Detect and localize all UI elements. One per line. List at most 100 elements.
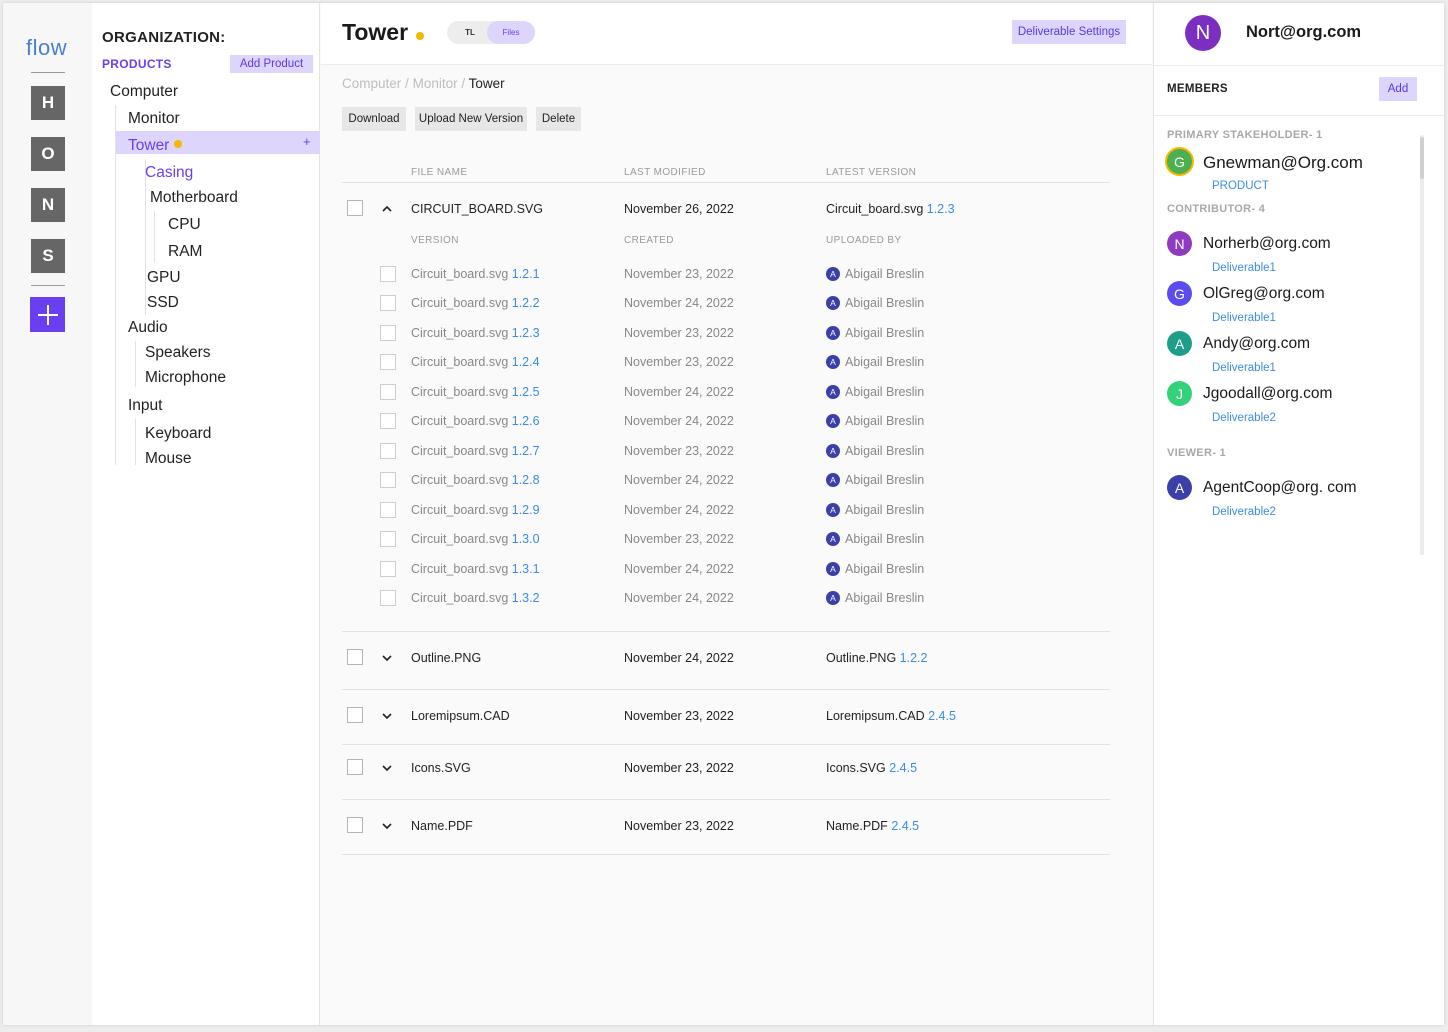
member-avatar[interactable]: G xyxy=(1167,149,1192,174)
version-checkbox[interactable] xyxy=(380,384,396,400)
tree-node-mouse[interactable]: Mouse xyxy=(145,450,192,468)
chevron-down-icon[interactable] xyxy=(382,821,392,831)
version-row-file[interactable]: Circuit_board.svg 1.3.1 xyxy=(411,562,540,576)
breadcrumb-monitor[interactable]: Monitor xyxy=(413,76,458,91)
tree-node-monitor[interactable]: Monitor xyxy=(128,110,180,128)
row-checkbox[interactable] xyxy=(347,649,363,665)
deliverable-settings-button[interactable]: Deliverable Settings xyxy=(1012,20,1126,44)
row-checkbox[interactable] xyxy=(347,707,363,723)
version-row-file[interactable]: Circuit_board.svg 1.2.4 xyxy=(411,355,540,369)
tree-node-gpu[interactable]: GPU xyxy=(147,269,181,287)
latest-version-number[interactable]: 1.2.2 xyxy=(900,651,928,665)
version-number[interactable]: 1.3.0 xyxy=(512,532,540,546)
chevron-down-icon[interactable] xyxy=(382,763,392,773)
member-avatar[interactable]: A xyxy=(1167,475,1192,500)
member-avatar[interactable]: G xyxy=(1167,281,1192,306)
version-checkbox[interactable] xyxy=(380,295,396,311)
chevron-down-icon[interactable] xyxy=(382,653,392,663)
chevron-up-icon[interactable] xyxy=(382,204,392,214)
version-number[interactable]: 1.2.1 xyxy=(512,267,540,281)
tree-node-computer[interactable]: Computer xyxy=(110,83,178,101)
workspace-o-button[interactable]: O xyxy=(31,137,65,171)
version-row-file[interactable]: Circuit_board.svg 1.2.6 xyxy=(411,414,540,428)
member-role[interactable]: Deliverable1 xyxy=(1212,362,1276,374)
member-avatar[interactable]: N xyxy=(1167,231,1192,256)
version-checkbox[interactable] xyxy=(380,502,396,518)
file-name[interactable]: Loremipsum.CAD xyxy=(411,709,510,723)
version-row-file[interactable]: Circuit_board.svg 1.2.8 xyxy=(411,473,540,487)
version-checkbox[interactable] xyxy=(380,472,396,488)
version-row-file[interactable]: Circuit_board.svg 1.2.2 xyxy=(411,296,540,310)
member-role[interactable]: Deliverable2 xyxy=(1212,412,1276,424)
version-number[interactable]: 1.3.1 xyxy=(512,562,540,576)
breadcrumb-computer[interactable]: Computer xyxy=(342,76,401,91)
version-number[interactable]: 1.2.3 xyxy=(512,326,540,340)
tree-node-casing[interactable]: Casing xyxy=(145,164,193,182)
version-checkbox[interactable] xyxy=(380,413,396,429)
member-avatar[interactable]: J xyxy=(1167,381,1192,406)
version-row-file[interactable]: Circuit_board.svg 1.3.0 xyxy=(411,532,540,546)
tree-node-ram[interactable]: RAM xyxy=(168,243,202,261)
version-checkbox[interactable] xyxy=(380,266,396,282)
latest-version-number[interactable]: 1.2.3 xyxy=(927,202,955,216)
row-checkbox[interactable] xyxy=(347,200,363,216)
delete-button[interactable]: Delete xyxy=(536,107,581,131)
member-role[interactable]: Deliverable1 xyxy=(1212,312,1276,324)
tree-node-audio[interactable]: Audio xyxy=(128,319,168,337)
version-checkbox[interactable] xyxy=(380,325,396,341)
version-checkbox[interactable] xyxy=(380,531,396,547)
tree-node-speakers[interactable]: Speakers xyxy=(145,344,210,362)
workspace-n-button[interactable]: N xyxy=(31,188,65,222)
add-product-button[interactable]: Add Product xyxy=(230,55,313,73)
tree-node-cpu[interactable]: CPU xyxy=(168,216,201,234)
chevron-down-icon[interactable] xyxy=(382,711,392,721)
version-checkbox[interactable] xyxy=(380,561,396,577)
file-name[interactable]: Outline.PNG xyxy=(411,651,481,665)
tree-node-tower[interactable]: Tower xyxy=(128,137,182,155)
version-row-file[interactable]: Circuit_board.svg 1.2.7 xyxy=(411,444,540,458)
version-checkbox[interactable] xyxy=(380,354,396,370)
add-child-icon[interactable]: + xyxy=(303,134,311,149)
version-row-file[interactable]: Circuit_board.svg 1.2.1 xyxy=(411,267,540,281)
version-number[interactable]: 1.2.5 xyxy=(512,385,540,399)
tree-node-keyboard[interactable]: Keyboard xyxy=(145,425,211,443)
member-role[interactable]: Deliverable2 xyxy=(1212,506,1276,518)
version-number[interactable]: 1.2.2 xyxy=(512,296,540,310)
version-number[interactable]: 1.2.7 xyxy=(512,444,540,458)
member-avatar[interactable]: A xyxy=(1167,331,1192,356)
version-row-file[interactable]: Circuit_board.svg 1.3.2 xyxy=(411,591,540,605)
version-row-file[interactable]: Circuit_board.svg 1.2.3 xyxy=(411,326,540,340)
version-row-file[interactable]: Circuit_board.svg 1.2.9 xyxy=(411,503,540,517)
version-number[interactable]: 1.2.9 xyxy=(512,503,540,517)
version-row-file[interactable]: Circuit_board.svg 1.2.5 xyxy=(411,385,540,399)
members-scrollbar[interactable] xyxy=(1420,135,1424,555)
version-number[interactable]: 1.2.4 xyxy=(512,355,540,369)
version-number[interactable]: 1.2.6 xyxy=(512,414,540,428)
version-checkbox[interactable] xyxy=(380,590,396,606)
member-role[interactable]: Deliverable1 xyxy=(1212,262,1276,274)
member-role[interactable]: PRODUCT xyxy=(1212,180,1269,192)
toggle-files[interactable]: Files xyxy=(487,21,535,44)
latest-version-number[interactable]: 2.4.5 xyxy=(928,709,956,723)
latest-version-number[interactable]: 2.4.5 xyxy=(889,761,917,775)
version-number[interactable]: 1.3.2 xyxy=(512,591,540,605)
download-button[interactable]: Download xyxy=(342,107,406,131)
upload-new-version-button[interactable]: Upload New Version xyxy=(415,107,527,131)
tree-node-input[interactable]: Input xyxy=(128,397,162,415)
tree-node-microphone[interactable]: Microphone xyxy=(145,369,226,387)
file-name[interactable]: Name.PDF xyxy=(411,819,473,833)
workspace-s-button[interactable]: S xyxy=(31,239,65,273)
workspace-h-button[interactable]: H xyxy=(31,86,65,120)
add-member-button[interactable]: Add xyxy=(1379,77,1417,101)
tree-node-ssd[interactable]: SSD xyxy=(147,294,179,312)
version-number[interactable]: 1.2.8 xyxy=(512,473,540,487)
file-name[interactable]: Icons.SVG xyxy=(411,761,471,775)
latest-version-number[interactable]: 2.4.5 xyxy=(891,819,919,833)
file-name[interactable]: CIRCUIT_BOARD.SVG xyxy=(411,202,543,216)
scrollbar-thumb[interactable] xyxy=(1420,137,1424,179)
row-checkbox[interactable] xyxy=(347,817,363,833)
version-checkbox[interactable] xyxy=(380,443,396,459)
tree-node-motherboard[interactable]: Motherboard xyxy=(150,189,238,207)
user-avatar[interactable]: N xyxy=(1185,15,1221,51)
add-workspace-button[interactable] xyxy=(30,297,65,332)
